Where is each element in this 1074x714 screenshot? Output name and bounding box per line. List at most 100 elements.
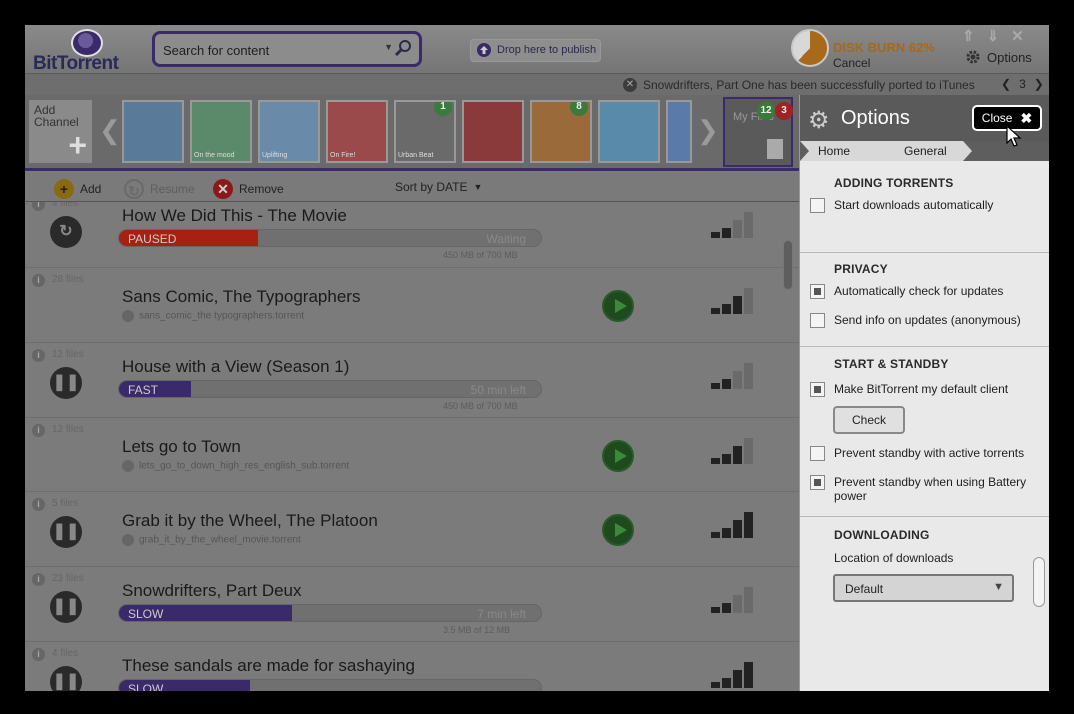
info-icon[interactable]: i — [32, 202, 45, 211]
search-icon[interactable] — [393, 38, 413, 58]
remove-button[interactable]: ✕ Remove — [213, 179, 284, 199]
progress-status: PAUSED — [128, 232, 177, 246]
minimize-icon[interactable]: ⇑ — [962, 27, 975, 45]
progress-size-part: of — [476, 401, 485, 411]
restore-icon[interactable]: ⇓ — [987, 27, 1000, 45]
torrent-filename: grab_it_by_the_wheel_movie.torrent — [122, 534, 301, 546]
channel-tile-badge: 1 — [434, 102, 452, 116]
downloading-heading: DOWNLOADING — [834, 528, 930, 542]
signal-strength-icon — [711, 363, 755, 389]
torrent-row[interactable]: i 4 files ❚❚ These sandals are made for sas… — [25, 642, 799, 691]
publish-drop-target[interactable]: Drop here to publish — [470, 39, 601, 62]
check-default-client-button[interactable]: Check — [833, 406, 905, 434]
search-input[interactable] — [163, 40, 383, 60]
pause-icon[interactable]: ❚❚ — [50, 666, 82, 691]
channel-tile[interactable]: Uplifting — [258, 100, 320, 163]
torrent-row[interactable]: i 12 files ❚❚ House with a View (Season 1) F… — [25, 343, 799, 418]
prevent-standby-active-label: Prevent standby with active torrents — [834, 446, 1025, 460]
play-icon[interactable] — [602, 440, 634, 472]
start-downloads-auto-checkbox[interactable] — [810, 198, 825, 213]
signal-strength-icon — [711, 512, 755, 538]
breadcrumb-general[interactable]: General — [886, 141, 972, 161]
prev-notification-icon[interactable]: ❮ — [1001, 77, 1011, 91]
channel-tile-badge: 8 — [570, 102, 588, 116]
options-scrollbar[interactable] — [1033, 557, 1045, 607]
progress-time-left: 7 min left — [477, 607, 526, 621]
progress-size-part: of — [474, 625, 482, 635]
progress-status: SLOW — [128, 607, 164, 621]
breadcrumb-home[interactable]: Home — [800, 141, 896, 161]
disk-burn-cancel[interactable]: Cancel — [833, 56, 870, 70]
info-icon[interactable]: i — [32, 573, 45, 586]
plus-icon: + — [68, 127, 87, 163]
options-button[interactable]: Options — [965, 49, 1032, 65]
add-channel-button[interactable]: Add Channel + — [29, 100, 92, 163]
prevent-standby-battery-option[interactable]: Prevent standby when using Battery power — [810, 475, 1034, 503]
channel-tile[interactable] — [666, 100, 692, 163]
sort-dropdown[interactable]: Sort by DATE ▼ — [395, 180, 482, 194]
refresh-icon[interactable]: ↻ — [50, 216, 82, 248]
channels-prev-icon[interactable]: ❮ — [99, 115, 121, 146]
search-dropdown-icon[interactable]: ▼ — [384, 42, 393, 52]
progress-size-part: 700 MB — [486, 401, 518, 411]
channel-tile[interactable]: On the mood — [190, 100, 252, 163]
progress-size: 450 MB of 700 MB — [443, 250, 518, 260]
channel-tile[interactable]: 8 — [530, 100, 592, 163]
channel-tile[interactable]: Urban Beat 1 — [394, 100, 456, 163]
prevent-standby-battery-checkbox[interactable] — [810, 475, 825, 490]
send-info-option[interactable]: Send info on updates (anonymous) — [810, 313, 1034, 328]
prevent-standby-active-option[interactable]: Prevent standby with active torrents — [810, 446, 1034, 461]
info-icon[interactable]: i — [32, 498, 45, 511]
torrent-name: These sandals are made for sashaying — [122, 656, 415, 675]
torrent-toolbar: + Add ↻ Resume ✕ Remove Sort by DATE ▼ — [25, 174, 799, 202]
file-count: 5 files — [52, 498, 79, 509]
mouse-cursor-icon — [1006, 125, 1022, 147]
info-icon[interactable]: i — [32, 424, 45, 437]
pause-icon[interactable]: ❚❚ — [50, 516, 82, 548]
pause-icon[interactable]: ❚❚ — [50, 591, 82, 623]
my-files-button[interactable]: My Files 12 3 — [723, 97, 793, 167]
close-window-icon[interactable]: ✕ — [1011, 27, 1024, 45]
info-icon[interactable]: i — [32, 349, 45, 362]
progress-size: 3.5 MB of 12 MB — [443, 625, 510, 635]
privacy-heading: PRIVACY — [834, 262, 888, 276]
pause-icon[interactable]: ❚❚ — [50, 367, 82, 399]
chevron-down-icon: ▼ — [473, 182, 483, 192]
location-select[interactable]: Default ▼ — [833, 574, 1014, 602]
next-notification-icon[interactable]: ❯ — [1034, 77, 1044, 91]
dismiss-notification-icon[interactable]: ✕ — [623, 78, 637, 92]
play-icon[interactable] — [602, 514, 634, 546]
torrent-row[interactable]: i 4 files ↻ How We Did This - The Movie PAUS… — [25, 202, 799, 268]
list-scrollbar[interactable] — [783, 240, 793, 290]
torrent-row[interactable]: i 5 files ❚❚ Grab it by the Wheel, The Plat… — [25, 492, 799, 567]
bittorrent-logo[interactable]: BitTorrent — [33, 29, 143, 74]
auto-check-updates-checkbox[interactable] — [810, 284, 825, 299]
header: BitTorrent ▼ Drop here to publish DISK B… — [25, 25, 1049, 74]
play-icon[interactable] — [602, 290, 634, 322]
channel-tile[interactable] — [122, 100, 184, 163]
torrent-row[interactable]: i 12 files Lets go to Town lets_go_to_down_… — [25, 418, 799, 492]
start-downloads-auto-label: Start downloads automatically — [834, 198, 994, 212]
resume-button[interactable]: ↻ Resume — [124, 179, 195, 199]
progress-bar: SLOW — [118, 679, 542, 691]
publish-label: Drop here to publish — [497, 44, 597, 56]
channels-next-icon[interactable]: ❯ — [697, 115, 719, 146]
prevent-standby-active-checkbox[interactable] — [810, 446, 825, 461]
auto-check-updates-option[interactable]: Automatically check for updates — [810, 284, 1034, 299]
default-client-option[interactable]: Make BitTorrent my default client — [810, 382, 1034, 397]
channel-tile[interactable] — [598, 100, 660, 163]
channel-tile-caption: On the mood — [194, 152, 235, 159]
channel-tile[interactable] — [462, 100, 524, 163]
start-downloads-auto-option[interactable]: Start downloads automatically — [810, 198, 1034, 213]
add-button[interactable]: + Add — [54, 179, 101, 199]
location-value: Default — [845, 582, 884, 596]
channel-tile[interactable]: On Fire! — [326, 100, 388, 163]
info-icon[interactable]: i — [32, 648, 45, 661]
info-icon[interactable]: i — [32, 274, 45, 287]
torrent-row[interactable]: i 23 files ❚❚ Snowdrifters, Part Deux SLOW 7 … — [25, 567, 799, 642]
torrent-list: i 4 files ↻ How We Did This - The Movie PAUS… — [25, 202, 799, 691]
send-info-checkbox[interactable] — [810, 313, 825, 328]
progress-status: FAST — [128, 383, 159, 397]
default-client-checkbox[interactable] — [810, 382, 825, 397]
torrent-row[interactable]: i 28 files Sans Comic, The Typographers san… — [25, 268, 799, 343]
